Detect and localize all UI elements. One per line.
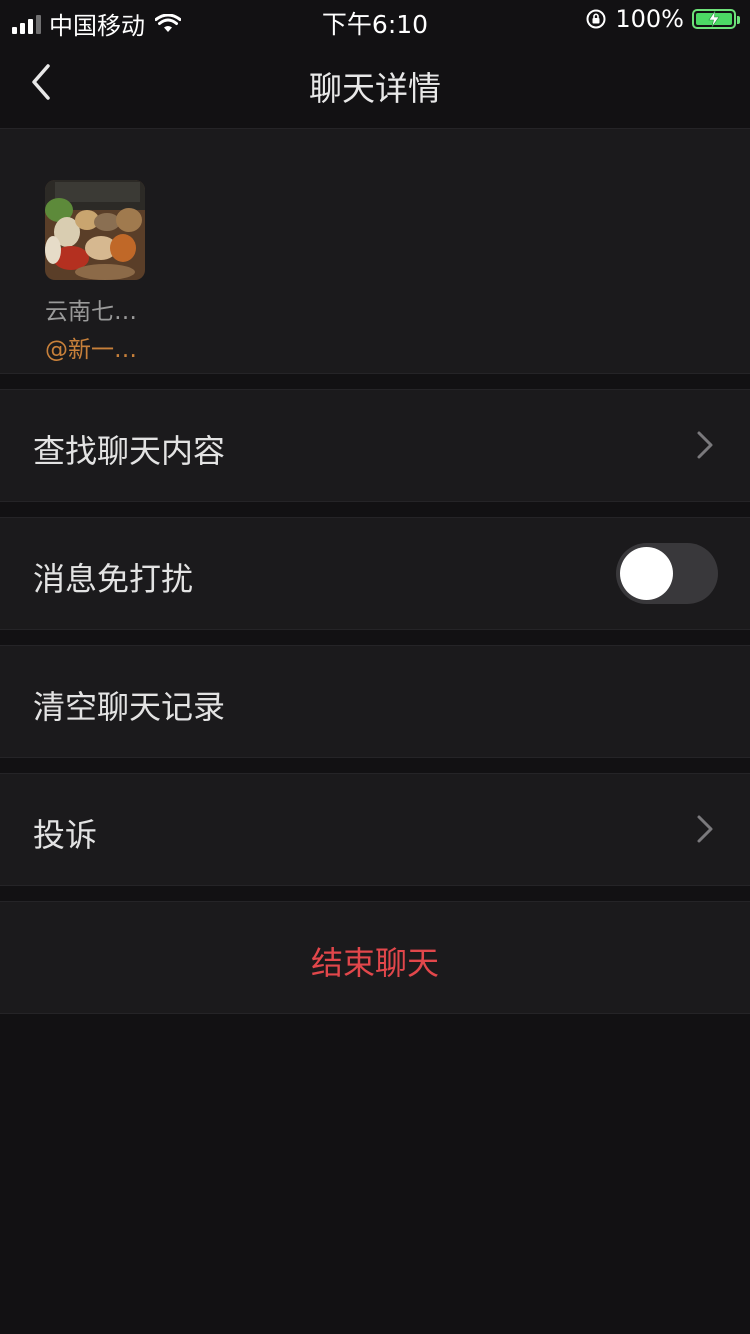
member-mention: @新一… xyxy=(45,337,137,363)
nav-bar: 聊天详情 xyxy=(0,42,750,128)
search-chat-row[interactable]: 查找聊天内容 xyxy=(0,389,750,502)
status-bar: 中国移动 下午6:10 100% xyxy=(0,0,750,42)
clear-history-row[interactable]: 清空聊天记录 xyxy=(0,645,750,758)
page-title: 聊天详情 xyxy=(309,69,441,108)
member-name: 云南七… xyxy=(45,299,137,325)
battery-charging-icon xyxy=(692,9,740,29)
clear-history-label: 清空聊天记录 xyxy=(33,688,226,726)
chevron-right-icon xyxy=(697,815,713,843)
chevron-right-icon xyxy=(697,431,713,459)
member-item[interactable]: 云南七… @新一… xyxy=(45,180,145,364)
report-row[interactable]: 投诉 xyxy=(0,773,750,886)
member-avatar xyxy=(45,180,145,280)
search-chat-label: 查找聊天内容 xyxy=(33,432,226,470)
orientation-lock-icon xyxy=(586,9,606,29)
members-section: 云南七… @新一… xyxy=(0,128,750,374)
mute-toggle[interactable] xyxy=(616,543,718,604)
end-chat-label: 结束聊天 xyxy=(310,944,439,982)
mute-label: 消息免打扰 xyxy=(33,560,194,598)
battery-percent: 100% xyxy=(615,5,684,33)
mute-row: 消息免打扰 xyxy=(0,517,750,630)
report-label: 投诉 xyxy=(33,816,98,854)
toggle-knob xyxy=(620,547,673,600)
end-chat-button[interactable]: 结束聊天 xyxy=(0,901,750,1014)
